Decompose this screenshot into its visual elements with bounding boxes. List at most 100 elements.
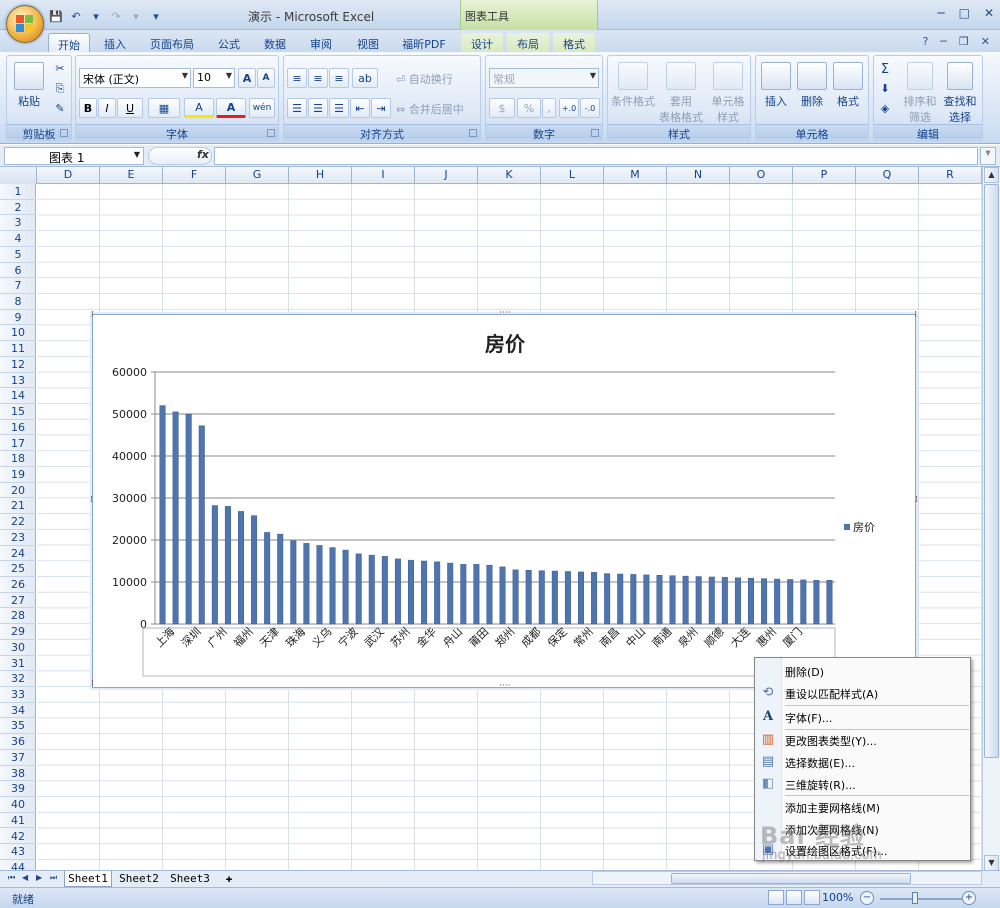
row-header-14[interactable]: 14 <box>0 388 36 405</box>
row-header-30[interactable]: 30 <box>0 640 36 656</box>
zoom-slider-thumb[interactable] <box>912 892 918 904</box>
page-break-view-icon[interactable] <box>804 890 820 905</box>
normal-view-icon[interactable] <box>768 890 784 905</box>
resize-handle-s[interactable]: ···· <box>499 682 510 691</box>
clear-icon[interactable]: ◈ <box>878 102 892 115</box>
format-painter-icon[interactable]: ✎ <box>53 102 67 115</box>
vertical-scrollbar[interactable]: ▲ ▼ <box>982 167 1000 871</box>
row-header-9[interactable]: 9 <box>0 310 36 326</box>
last-sheet-icon[interactable]: ⏭ <box>50 873 60 885</box>
number-format-combo[interactable]: 常规 ▼ <box>489 68 599 88</box>
zoom-level[interactable]: 100% <box>822 891 853 904</box>
phonetic-button[interactable]: wén <box>249 98 275 118</box>
alignment-launcher-icon[interactable] <box>469 129 477 137</box>
bottom-align-icon[interactable]: ≡ <box>329 68 349 88</box>
row-header-13[interactable]: 13 <box>0 373 36 389</box>
close-icon[interactable]: ✕ <box>984 6 994 20</box>
column-header-i[interactable]: I <box>352 167 415 184</box>
column-header-k[interactable]: K <box>478 167 541 184</box>
prev-sheet-icon[interactable]: ◀ <box>22 873 32 885</box>
help-icon[interactable]: ? <box>922 35 928 48</box>
menu-item-reset-style[interactable]: ⟲ 重设以匹配样式(A) <box>755 682 970 704</box>
currency-button[interactable]: $ <box>489 98 515 118</box>
name-box[interactable]: 图表 1 ▼ <box>4 147 144 165</box>
grow-font-button[interactable]: A <box>238 68 256 88</box>
align-left-icon[interactable]: ☰ <box>287 98 307 118</box>
row-header-10[interactable]: 10 <box>0 325 36 342</box>
row-header-22[interactable]: 22 <box>0 514 36 530</box>
next-sheet-icon[interactable]: ▶ <box>36 873 46 885</box>
workbook-restore-icon[interactable]: ❐ <box>959 35 969 48</box>
customize-qat-icon[interactable]: ▾ <box>148 9 164 23</box>
row-header-17[interactable]: 17 <box>0 436 36 452</box>
decrease-decimal-button[interactable]: -.0 <box>580 98 600 118</box>
row-header-32[interactable]: 32 <box>0 671 36 687</box>
sheet-tab-3[interactable]: Sheet3 <box>166 871 214 887</box>
tab-design[interactable]: 设计 <box>461 33 503 52</box>
resize-handle-nw[interactable]: ⁞ <box>91 311 94 320</box>
row-header-39[interactable]: 39 <box>0 781 36 798</box>
resize-handle-ne[interactable]: ⁞ <box>914 311 917 320</box>
sort-filter-button[interactable]: 排序和 筛选 <box>900 62 940 125</box>
tab-view[interactable]: 视图 <box>349 33 387 52</box>
zoom-out-icon[interactable]: − <box>860 891 874 905</box>
redo-dropdown-icon[interactable]: ▾ <box>128 9 144 23</box>
italic-button[interactable]: I <box>98 98 116 118</box>
workbook-close-icon[interactable]: ✕ <box>981 35 990 48</box>
column-header-o[interactable]: O <box>730 167 793 184</box>
column-header-e[interactable]: E <box>100 167 163 184</box>
menu-item-font[interactable]: A 字体(F)... <box>755 706 970 728</box>
number-launcher-icon[interactable] <box>591 129 599 137</box>
row-header-16[interactable]: 16 <box>0 420 36 436</box>
row-header-11[interactable]: 11 <box>0 341 36 357</box>
menu-item-3d-rotation[interactable]: ◧ 三维旋转(R)... <box>755 773 970 795</box>
row-header-34[interactable]: 34 <box>0 703 36 719</box>
orientation-icon[interactable]: ab <box>352 68 378 88</box>
page-layout-view-icon[interactable] <box>786 890 802 905</box>
row-header-43[interactable]: 43 <box>0 844 36 860</box>
row-header-25[interactable]: 25 <box>0 561 36 577</box>
tab-insert[interactable]: 插入 <box>96 33 134 52</box>
insert-sheet-icon[interactable]: ✚ <box>218 871 240 887</box>
bold-button[interactable]: B <box>79 98 97 118</box>
redo-icon[interactable]: ↷ <box>108 9 124 23</box>
row-header-1[interactable]: 1 <box>0 184 36 200</box>
row-header-6[interactable]: 6 <box>0 263 36 279</box>
undo-icon[interactable]: ↶ <box>68 9 84 23</box>
column-header-g[interactable]: G <box>226 167 289 184</box>
format-cells-button[interactable]: 格式 <box>830 62 866 109</box>
scroll-down-icon[interactable]: ▼ <box>984 855 999 871</box>
scroll-up-icon[interactable]: ▲ <box>984 167 999 183</box>
tab-review[interactable]: 审阅 <box>302 33 340 52</box>
row-header-29[interactable]: 29 <box>0 624 36 640</box>
font-name-combo[interactable]: 宋体 (正文) ▼ <box>79 68 191 88</box>
row-header-40[interactable]: 40 <box>0 797 36 813</box>
row-header-27[interactable]: 27 <box>0 593 36 609</box>
row-header-33[interactable]: 33 <box>0 687 36 703</box>
fill-icon[interactable]: ⬇ <box>878 82 892 95</box>
column-header-d[interactable]: D <box>37 167 100 184</box>
menu-item-change-chart-type[interactable]: ▥ 更改图表类型(Y)... <box>755 729 970 751</box>
font-size-combo[interactable]: 10 ▼ <box>193 68 235 88</box>
horizontal-scroll-thumb[interactable] <box>671 873 911 884</box>
resize-handle-w[interactable]: ⁞ <box>90 496 93 505</box>
column-header-m[interactable]: M <box>604 167 667 184</box>
row-header-42[interactable]: 42 <box>0 829 36 845</box>
copy-icon[interactable]: ⎘ <box>53 82 67 96</box>
border-button[interactable]: ▦ <box>148 98 180 118</box>
conditional-format-button[interactable]: 条件格式 <box>610 62 656 109</box>
fill-color-button[interactable]: A <box>184 98 214 118</box>
horizontal-scrollbar[interactable] <box>592 871 982 885</box>
row-header-15[interactable]: 15 <box>0 404 36 420</box>
row-header-20[interactable]: 20 <box>0 483 36 499</box>
row-header-41[interactable]: 41 <box>0 813 36 829</box>
row-header-35[interactable]: 35 <box>0 718 36 735</box>
column-header-l[interactable]: L <box>541 167 604 184</box>
middle-align-icon[interactable]: ≡ <box>308 68 328 88</box>
autosum-icon[interactable]: Σ <box>878 62 892 77</box>
chart-plot-svg[interactable]: 0100002000030000400005000060000上海 深圳 广州 福州天… <box>93 315 917 689</box>
percent-button[interactable]: % <box>517 98 541 118</box>
row-header-21[interactable]: 21 <box>0 498 36 515</box>
resize-handle-sw[interactable]: ⁞ <box>91 680 94 689</box>
align-center-icon[interactable]: ☰ <box>308 98 328 118</box>
